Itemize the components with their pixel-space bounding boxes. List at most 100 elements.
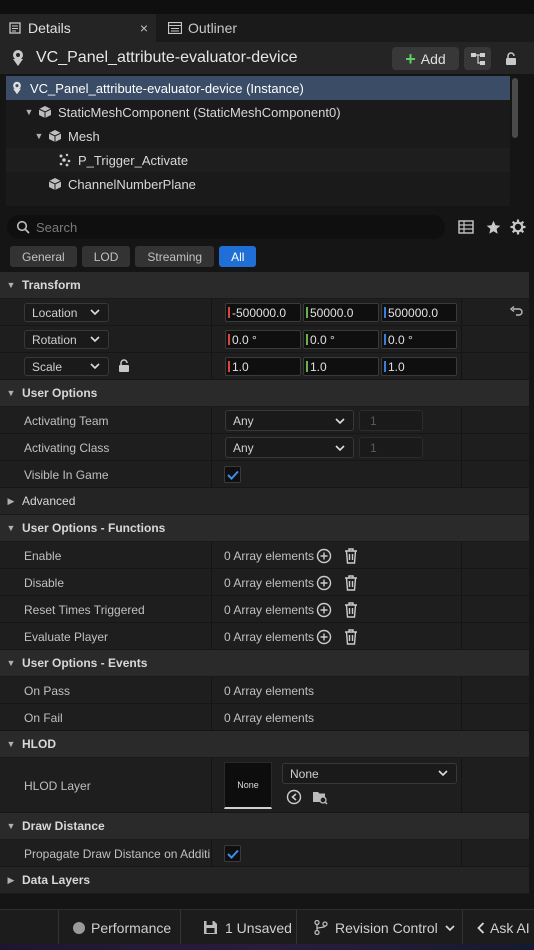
filter-all-button[interactable]: All (219, 246, 257, 267)
column-divider (461, 677, 462, 703)
tree-item-label: VC_Panel_attribute-evaluator-device (Ins… (30, 80, 304, 96)
trash-icon[interactable] (343, 575, 359, 591)
filter-general-button[interactable]: General (10, 246, 77, 267)
add-element-icon[interactable] (316, 602, 332, 618)
activating-class-dropdown[interactable]: Any (225, 437, 354, 458)
separator (462, 910, 463, 945)
lock-button[interactable] (500, 47, 522, 70)
scale-y-field[interactable]: 1.0 (303, 357, 379, 376)
reset-arrow-icon[interactable] (509, 305, 523, 319)
collapse-arrow-icon: ▼ (6, 739, 16, 749)
filter-streaming-button[interactable]: Streaming (135, 246, 215, 267)
location-x-field[interactable]: -500000.0 (225, 303, 301, 322)
ask-ai-button[interactable]: Ask AI (477, 910, 530, 945)
add-element-icon[interactable] (316, 629, 332, 645)
browse-folder-icon[interactable] (312, 789, 328, 805)
collapse-arrow-icon[interactable]: ▼ (24, 107, 34, 117)
search-input[interactable] (36, 219, 416, 235)
category-user-options-functions[interactable]: ▼ User Options - Functions (0, 515, 529, 542)
tree-item-label: Mesh (68, 128, 100, 144)
tree-item-label: StaticMeshComponent (StaticMeshComponent… (58, 104, 341, 120)
tree-scrollbar[interactable] (512, 78, 518, 138)
tab-details[interactable]: Details × (0, 14, 156, 42)
category-label: Advanced (22, 494, 76, 508)
trash-icon[interactable] (343, 629, 359, 645)
tree-item-label: ChannelNumberPlane (68, 176, 196, 192)
tree-item-instance[interactable]: VC_Panel_attribute-evaluator-device (Ins… (6, 76, 510, 100)
propagate-draw-distance-row: Propagate Draw Distance on Additi... (0, 840, 529, 867)
scale-x-field[interactable]: 1.0 (225, 357, 301, 376)
column-divider (211, 704, 212, 730)
add-element-icon[interactable] (316, 575, 332, 591)
column-divider (461, 299, 462, 325)
unsaved-label: 1 Unsaved (225, 919, 292, 936)
location-z-field[interactable]: 500000.0 (381, 303, 457, 322)
blueprint-button[interactable] (464, 47, 491, 70)
tab-outliner[interactable]: Outliner (160, 14, 270, 42)
rotation-z-field[interactable]: 0.0 ° (381, 330, 457, 349)
tree-item-channelplane[interactable]: ChannelNumberPlane (6, 172, 510, 196)
rotation-y-field[interactable]: 0.0 ° (303, 330, 379, 349)
gear-icon[interactable] (509, 218, 527, 236)
scale-dropdown[interactable]: Scale (24, 357, 109, 376)
rotation-x-field[interactable]: 0.0 ° (225, 330, 301, 349)
tree-item-mesh[interactable]: ▼ Mesh (6, 124, 510, 148)
unsaved-button[interactable]: 1 Unsaved (203, 910, 292, 945)
propagate-draw-distance-checkbox[interactable] (224, 845, 241, 862)
trash-icon[interactable] (343, 548, 359, 564)
close-icon[interactable]: × (140, 20, 148, 36)
hlod-thumbnail[interactable]: None (224, 762, 272, 809)
category-draw-distance[interactable]: ▼ Draw Distance (0, 813, 529, 840)
category-data-layers[interactable]: ▶ Data Layers (0, 867, 529, 894)
use-selected-icon[interactable] (286, 789, 302, 805)
visible-in-game-row: Visible In Game (0, 461, 529, 488)
category-hlod[interactable]: ▼ HLOD (0, 731, 529, 758)
hlod-layer-dropdown[interactable]: None (282, 763, 457, 784)
column-divider (211, 758, 212, 812)
tree-item-staticmesh[interactable]: ▼ StaticMeshComponent (StaticMeshCompone… (6, 100, 510, 124)
collapse-arrow-icon: ▼ (6, 821, 16, 831)
filter-lod-button[interactable]: LOD (81, 246, 131, 267)
property-label: Visible In Game (24, 467, 109, 482)
outliner-icon (168, 21, 182, 35)
scale-z-field[interactable]: 1.0 (381, 357, 457, 376)
collapse-arrow-icon[interactable]: ▼ (34, 131, 44, 141)
location-dropdown[interactable]: Location (24, 303, 109, 322)
function-row-enable: Enable 0 Array elements (0, 542, 529, 569)
activating-team-number: 1 (359, 410, 423, 431)
add-label: Add (420, 50, 446, 67)
visible-in-game-checkbox[interactable] (224, 466, 241, 483)
location-y-field[interactable]: 50000.0 (303, 303, 379, 322)
category-transform[interactable]: ▼ Transform (0, 272, 529, 299)
add-element-icon[interactable] (316, 548, 332, 564)
column-divider (461, 704, 462, 730)
table-view-icon[interactable] (457, 218, 475, 236)
activating-team-dropdown[interactable]: Any (225, 410, 354, 431)
category-user-options[interactable]: ▼ User Options (0, 380, 529, 407)
tree-item-particle[interactable]: P_Trigger_Activate (6, 148, 510, 172)
unlock-icon[interactable] (118, 359, 130, 373)
event-row-on-fail: On Fail 0 Array elements (0, 704, 529, 731)
column-divider (211, 326, 212, 352)
revision-control-button[interactable]: Revision Control (314, 910, 455, 945)
category-user-options-events[interactable]: ▼ User Options - Events (0, 650, 529, 677)
expand-arrow-icon: ▶ (7, 874, 15, 885)
activating-class-row: Activating Class Any 1 (0, 434, 529, 461)
checkmark-icon (226, 849, 239, 859)
rotation-dropdown[interactable]: Rotation (24, 330, 109, 349)
star-icon[interactable] (484, 218, 502, 236)
performance-button[interactable]: Performance (72, 910, 171, 945)
dropdown-label: Rotation (32, 332, 77, 347)
location-row: Location -500000.0 50000.0 500000.0 (0, 299, 529, 326)
dropdown-value: Any (233, 413, 254, 428)
trash-icon[interactable] (343, 602, 359, 618)
column-divider (461, 840, 462, 866)
property-label: Disable (24, 575, 65, 590)
column-divider (461, 542, 462, 568)
dropdown-label: Location (32, 305, 78, 320)
property-label: HLOD Layer (24, 778, 91, 793)
column-divider (461, 326, 462, 352)
add-component-button[interactable]: + Add (392, 47, 459, 70)
category-advanced[interactable]: ▶ Advanced (0, 488, 529, 515)
array-count: 0 Array elements (224, 683, 315, 698)
